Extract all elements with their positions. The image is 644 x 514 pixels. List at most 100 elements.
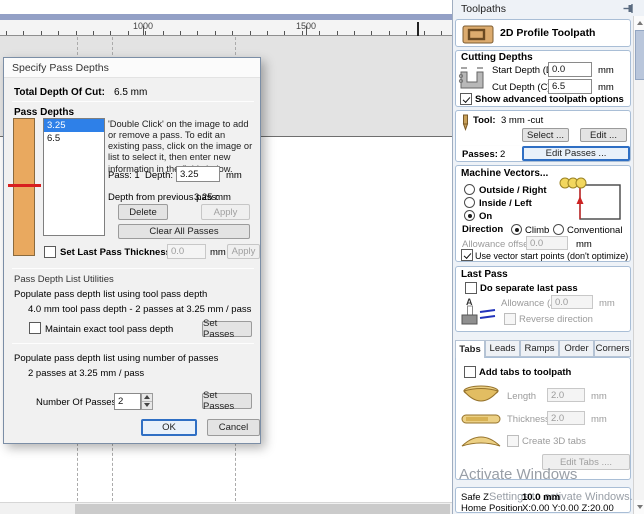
ruler-cursor-marker	[417, 22, 419, 36]
spinner-down-icon[interactable]	[142, 402, 152, 410]
conventional-label: Conventional	[567, 225, 623, 236]
tab-length-unit: mm	[591, 391, 607, 402]
ok-button[interactable]: OK	[141, 419, 197, 436]
number-of-passes-label: Number Of Passes:	[36, 397, 119, 408]
allowance-offset-unit: mm	[576, 239, 592, 250]
ruler-label-1000: 1000	[132, 21, 154, 31]
tab-length-icon	[463, 385, 499, 402]
scroll-up-icon[interactable]	[634, 16, 644, 30]
safe-z-value: 10.0 mm	[522, 492, 561, 503]
pass-list-item[interactable]: 6.5	[44, 132, 104, 145]
pin-icon[interactable]	[623, 3, 634, 14]
add-tabs-label: Add tabs to toolpath	[479, 367, 572, 378]
set-last-pass-checkbox[interactable]	[44, 246, 56, 258]
depth-input[interactable]	[176, 166, 220, 182]
separator	[12, 101, 254, 102]
total-depth-value: 6.5 mm	[114, 87, 148, 98]
on-radio[interactable]	[464, 210, 475, 221]
pass-number-label: Pass: 1	[108, 170, 140, 181]
separator	[12, 343, 254, 344]
toolpath-name: 2D Profile Toolpath	[500, 27, 596, 39]
tool-bit-icon	[462, 114, 469, 131]
tab-ramps[interactable]: Ramps	[520, 340, 559, 357]
passes-label: Passes:	[462, 149, 498, 160]
horizontal-scrollbar-thumb[interactable]	[75, 504, 450, 514]
set-passes-button-2[interactable]: Set Passes	[202, 390, 252, 412]
activate-windows-watermark: Activate Windows	[459, 466, 578, 483]
climb-radio[interactable]	[511, 224, 522, 235]
tool-edit-button[interactable]: Edit ...	[580, 128, 627, 142]
tab-order[interactable]: Order	[559, 340, 594, 357]
conventional-radio[interactable]	[553, 224, 564, 235]
create-3d-tabs-icon	[461, 436, 501, 447]
advanced-options-label: Show advanced toolpath options	[475, 94, 624, 105]
panel-scrollbar[interactable]	[633, 16, 644, 514]
vector-start-points-checkbox[interactable]	[461, 249, 473, 261]
direction-label: Direction	[462, 224, 504, 235]
pass-list-item[interactable]: 3.25	[44, 119, 104, 132]
set-passes-button-1[interactable]: Set Passes	[202, 318, 252, 340]
tab-corners[interactable]: Corners	[594, 340, 631, 357]
depth-label: Depth:	[145, 170, 173, 181]
inside-left-radio[interactable]	[464, 197, 475, 208]
add-tabs-checkbox[interactable]	[464, 366, 476, 378]
last-pass-box: Last Pass Do separate last pass A Allowa…	[455, 266, 631, 332]
machine-vectors-diagram	[559, 177, 621, 220]
pass-depth-marker[interactable]	[8, 184, 41, 187]
pass-depths-heading: Pass Depths	[14, 107, 75, 118]
tool-name: 3 mm -cut	[501, 115, 544, 126]
cut-depth-label: Cut Depth (C)	[492, 82, 551, 93]
number-of-passes-stepper[interactable]	[141, 393, 153, 410]
allowance-offset-input	[526, 236, 568, 250]
panel-scrollbar-thumb[interactable]	[635, 30, 644, 80]
tab-thickness-input	[547, 411, 585, 425]
home-position-value: X:0.00 Y:0.00 Z:20.00	[522, 503, 614, 514]
reverse-direction-checkbox	[504, 313, 516, 325]
set-last-pass-label: Set Last Pass Thickness	[60, 247, 171, 258]
number-of-passes-input[interactable]	[114, 393, 141, 410]
passes-value: 2	[500, 149, 506, 160]
panel-title: Toolpaths	[461, 3, 506, 15]
cut-depth-input[interactable]	[548, 79, 592, 94]
last-pass-allowance-input	[551, 295, 593, 309]
cutting-depths-title: Cutting Depths	[461, 52, 533, 63]
maintain-exact-checkbox[interactable]	[29, 322, 41, 334]
tab-thickness-label: Thickness	[507, 414, 550, 425]
climb-label: Climb	[525, 225, 550, 236]
last-pass-allowance-unit: mm	[599, 298, 615, 309]
safe-z-label: Safe Z	[461, 492, 489, 503]
last-pass-unit: mm	[210, 247, 226, 258]
scroll-down-icon[interactable]	[634, 500, 644, 514]
spinner-up-icon[interactable]	[142, 394, 152, 402]
start-depth-unit: mm	[598, 65, 614, 76]
start-depth-input[interactable]	[548, 62, 592, 77]
home-position-label: Home Position	[461, 503, 523, 514]
advanced-options-checkbox[interactable]	[460, 93, 472, 105]
tab-thickness-icon	[461, 414, 501, 424]
delete-button[interactable]: Delete	[118, 204, 168, 220]
tab-tabs[interactable]: Tabs	[455, 340, 485, 358]
tab-length-label: Length	[507, 391, 537, 402]
toolpaths-panel: Toolpaths 2D Profile Toolpath Cutting De…	[452, 0, 644, 514]
dialog-title-bar[interactable]: Specify Pass Depths	[4, 58, 260, 78]
edit-passes-button[interactable]: Edit Passes ...	[522, 146, 630, 161]
depth-unit: mm	[226, 170, 242, 181]
ruler-label-1500: 1500	[295, 21, 317, 31]
last-pass-icon: A	[461, 297, 496, 325]
pass-depth-list[interactable]: 3.25 6.5	[43, 118, 105, 236]
machine-vectors-box: Machine Vectors... Outside / Right Insid…	[455, 165, 631, 262]
horizontal-scrollbar[interactable]	[0, 502, 452, 514]
tabs-content-box: Add tabs to toolpath Length mm Thickness…	[455, 357, 631, 480]
clear-all-passes-button[interactable]: Clear All Passes	[118, 224, 250, 239]
separate-last-pass-checkbox[interactable]	[465, 282, 477, 294]
num-pass-populate-label: Populate pass depth list using number of…	[14, 353, 219, 364]
cancel-button[interactable]: Cancel	[207, 419, 260, 436]
material-section-image[interactable]	[13, 118, 35, 256]
utilities-heading: Pass Depth List Utilities	[14, 274, 114, 285]
last-pass-title: Last Pass	[461, 269, 508, 280]
options-tab-strip: Tabs Leads Ramps Order Corners	[455, 340, 631, 358]
tab-leads[interactable]: Leads	[485, 340, 520, 357]
outside-right-radio[interactable]	[464, 184, 475, 195]
tool-select-button[interactable]: Select ...	[522, 128, 569, 142]
vector-start-points-label: Use vector start points (don't optimize)	[475, 251, 629, 261]
